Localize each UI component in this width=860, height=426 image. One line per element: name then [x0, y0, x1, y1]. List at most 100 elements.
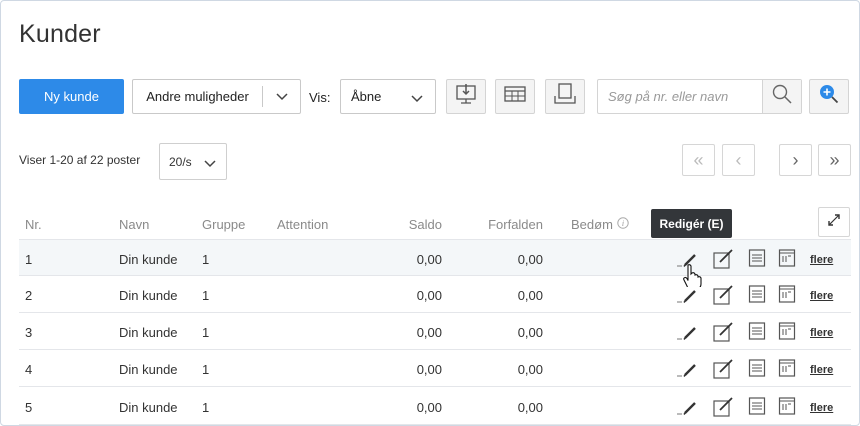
cell-overdue: 0,00	[517, 362, 543, 377]
chevron-right-icon: ›	[792, 149, 799, 170]
last-page-button[interactable]: »	[818, 144, 851, 176]
column-header-overdue[interactable]: Forfalden	[483, 217, 543, 232]
chevron-down-icon	[411, 91, 423, 106]
new-customer-button[interactable]: Ny kunde	[19, 79, 124, 114]
cell-group: 1	[202, 400, 210, 415]
table-row[interactable]: 3 Din kunde 1 0,00 0,00 flere	[19, 313, 851, 350]
edit-box-icon[interactable]	[712, 284, 736, 311]
list-icon[interactable]	[748, 284, 766, 309]
cell-overdue: 0,00	[517, 252, 543, 267]
cell-nr: 1	[25, 252, 33, 267]
cell-nr: 5	[25, 400, 33, 415]
edit-box-icon[interactable]	[712, 248, 736, 275]
show-filter-label: Vis:	[309, 90, 331, 105]
pencil-icon[interactable]	[675, 396, 699, 423]
card-icon[interactable]	[778, 284, 796, 309]
export-button[interactable]	[446, 79, 486, 114]
edit-box-icon[interactable]	[712, 396, 736, 423]
cell-nr: 2	[25, 288, 33, 303]
cell-name[interactable]: Din kunde	[119, 400, 178, 415]
show-filter-value: Åbne	[351, 89, 382, 104]
chevron-down-icon	[204, 157, 216, 171]
record-count: Viser 1-20 af 22 poster	[19, 153, 141, 167]
customer-page: Kunder Ny kunde Andre muligheder Vis: Åb…	[0, 0, 860, 426]
more-link[interactable]: flere	[810, 402, 833, 414]
cell-balance: 0,00	[416, 362, 442, 377]
chevron-left-icon: ‹	[735, 149, 742, 170]
hand-cursor-icon	[682, 263, 702, 292]
table-row[interactable]: 4 Din kunde 1 0,00 0,00 flere	[19, 350, 851, 387]
table-row[interactable]: 5 Din kunde 1 0,00 0,00 flere	[19, 388, 851, 425]
info-icon[interactable]: i	[617, 217, 629, 232]
cell-group: 1	[202, 288, 210, 303]
column-header-nr[interactable]: Nr.	[25, 217, 42, 232]
cell-name[interactable]: Din kunde	[119, 325, 178, 340]
print-icon	[553, 82, 577, 111]
chevron-down-icon[interactable]	[263, 80, 300, 113]
column-header-attention[interactable]: Attention	[277, 217, 328, 232]
print-button[interactable]	[545, 79, 585, 114]
list-icon[interactable]	[748, 396, 766, 421]
more-link[interactable]: flere	[810, 364, 833, 376]
column-header-balance[interactable]: Saldo	[382, 217, 442, 232]
cell-overdue: 0,00	[517, 288, 543, 303]
prev-page-button[interactable]: ‹	[722, 144, 755, 176]
cell-balance: 0,00	[416, 252, 442, 267]
expand-icon	[826, 212, 842, 233]
search-button[interactable]	[762, 80, 801, 113]
expand-table-button[interactable]	[818, 207, 850, 237]
edit-tooltip: Redigér (E)	[651, 209, 732, 238]
cell-nr: 4	[25, 362, 33, 377]
per-page-value: 20/s	[169, 154, 192, 169]
table-row[interactable]: 2 Din kunde 1 0,00 0,00 flere	[19, 276, 851, 313]
columns-button[interactable]	[495, 79, 535, 114]
cell-balance: 0,00	[416, 325, 442, 340]
list-icon[interactable]	[748, 248, 766, 273]
cell-overdue: 0,00	[517, 325, 543, 340]
double-chevron-left-icon: «	[693, 149, 704, 170]
search-input[interactable]	[598, 80, 762, 113]
add-search-icon	[819, 84, 839, 109]
more-link[interactable]: flere	[810, 327, 833, 339]
page-title: Kunder	[19, 20, 101, 48]
list-icon[interactable]	[748, 358, 766, 383]
cell-balance: 0,00	[416, 288, 442, 303]
edit-box-icon[interactable]	[712, 321, 736, 348]
cell-name[interactable]: Din kunde	[119, 288, 178, 303]
cell-nr: 3	[25, 325, 33, 340]
cell-overdue: 0,00	[517, 400, 543, 415]
pencil-icon[interactable]	[675, 358, 699, 385]
search-icon	[772, 84, 792, 109]
card-icon[interactable]	[778, 248, 796, 273]
more-link[interactable]: flere	[810, 290, 833, 302]
card-icon[interactable]	[778, 321, 796, 346]
cell-group: 1	[202, 252, 210, 267]
column-header-rating[interactable]: Bedøm	[571, 217, 613, 232]
list-icon[interactable]	[748, 321, 766, 346]
cell-name[interactable]: Din kunde	[119, 362, 178, 377]
edit-box-icon[interactable]	[712, 358, 736, 385]
advanced-search-button[interactable]	[809, 79, 849, 114]
column-header-group[interactable]: Gruppe	[202, 217, 245, 232]
double-chevron-right-icon: »	[829, 149, 840, 170]
column-header-name[interactable]: Navn	[119, 217, 149, 232]
card-icon[interactable]	[778, 358, 796, 383]
cell-name[interactable]: Din kunde	[119, 252, 178, 267]
first-page-button[interactable]: «	[682, 144, 715, 176]
download-icon	[454, 82, 478, 111]
per-page-select[interactable]: 20/s	[159, 143, 227, 180]
pencil-icon[interactable]	[675, 321, 699, 348]
more-link[interactable]: flere	[810, 254, 833, 266]
more-options-label[interactable]: Andre muligheder	[133, 86, 263, 107]
cell-balance: 0,00	[416, 400, 442, 415]
table-row[interactable]: 1 Din kunde 1 0,00 0,00 flere	[19, 239, 851, 276]
cell-group: 1	[202, 362, 210, 377]
show-filter-select[interactable]: Åbne	[340, 79, 436, 114]
cell-group: 1	[202, 325, 210, 340]
table-icon	[504, 85, 526, 108]
more-options-dropdown[interactable]: Andre muligheder	[132, 79, 301, 114]
card-icon[interactable]	[778, 396, 796, 421]
next-page-button[interactable]: ›	[779, 144, 812, 176]
svg-text:i: i	[622, 219, 624, 228]
search-box[interactable]	[597, 79, 802, 114]
